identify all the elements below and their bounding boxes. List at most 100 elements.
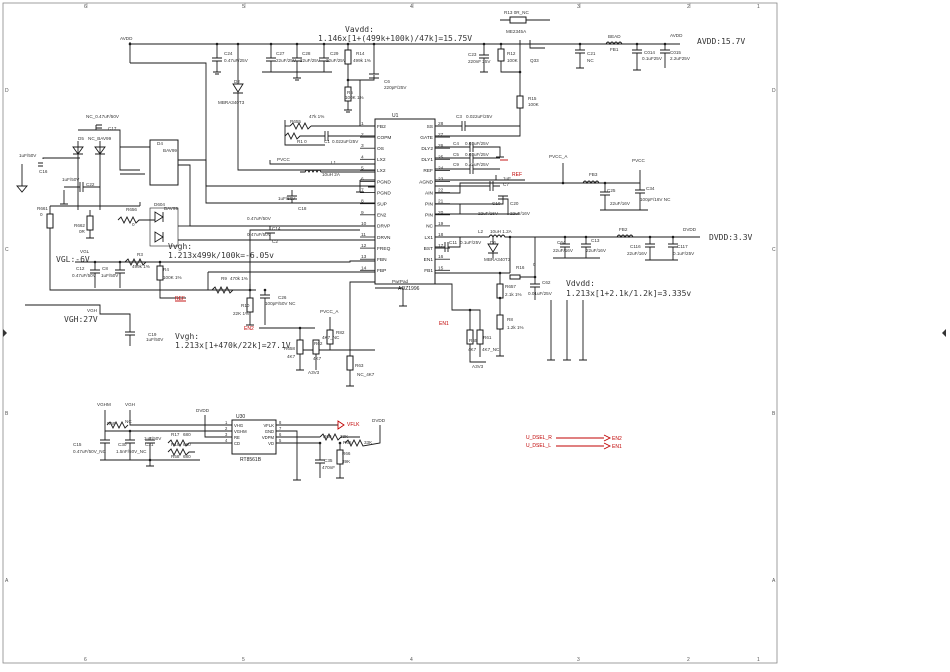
c2-value: 0.47uF/50V — [247, 232, 272, 237]
c014-ref: C014 — [644, 50, 655, 55]
u1-pin-number: 8 — [361, 199, 364, 205]
r63-ref: R63 — [355, 363, 364, 368]
c21-value: NC — [587, 58, 594, 63]
net-avdd-source: AVDD — [120, 36, 133, 41]
r661-value: 0 — [40, 212, 43, 217]
fb2-ref: FB2 — [619, 227, 628, 232]
u1-pin-name: DLY2 — [421, 146, 433, 152]
u30-pin-name: CD — [234, 441, 240, 446]
r662-ref: R662 — [74, 223, 85, 228]
c35-value: 470nF — [322, 465, 335, 470]
r656-value: 0 — [132, 222, 135, 227]
c14-value: 0.47uF/50V — [247, 216, 272, 221]
dvdd-output-label: DVDD:3.3V — [709, 233, 753, 242]
r13-ref: R13 0R_NC — [504, 10, 529, 15]
avdd-output-label: AVDD:15.7V — [697, 37, 745, 46]
c2-ref: C2 — [272, 239, 278, 244]
u1-pin-name: SUP — [377, 202, 387, 208]
r658-ref: R658 — [284, 346, 295, 351]
c28-ref: C28 — [302, 51, 311, 56]
c015-value: 2.2uF25V — [670, 56, 691, 61]
net-dvdd-bottom: DVDD — [196, 408, 210, 413]
c24-ref: C24 — [224, 51, 233, 56]
r657-ref: R657 — [505, 284, 516, 289]
c16-ref: C16 — [39, 169, 48, 174]
u1-pin-number: 16 — [438, 254, 444, 260]
col-label-3-bottom: 3 — [577, 657, 580, 663]
net-vflk: VFLK — [347, 422, 360, 428]
row-label-d: D — [5, 88, 9, 94]
net-dvdd-right: DVDD — [372, 418, 386, 423]
u30-pin-number: 4 — [225, 438, 228, 443]
c5-value: 0.01uF/25V — [465, 152, 490, 157]
c17-value: NC_0.47uF/50V — [86, 114, 120, 119]
c15-value: 0.47uF/50V_NC — [73, 449, 107, 454]
c10-value: 22uF/16V — [478, 211, 499, 216]
dvdd-buck-network: L2 10uH 1.2A C11 0.1uF/25V D6 MBRA340T3 … — [435, 227, 700, 369]
u1-pin-name: BST — [424, 246, 433, 252]
r60-ref: R60 — [323, 434, 332, 439]
r16-value: 0 — [533, 262, 536, 267]
r8-ref: R8 — [507, 317, 513, 322]
net-avdd-output: AVDD — [670, 33, 683, 38]
r12-value: 100K — [507, 58, 519, 63]
r9-ref: R9 — [221, 276, 227, 281]
schematic-sheet: 6 5 4 3 2 1 6 5 4 3 2 1 D C B A D C B A … — [2, 2, 946, 664]
vgl-output-label: VGL:-6V — [56, 255, 90, 264]
u1-pin-number: 15 — [438, 265, 444, 271]
net-dvdd-output: DVDD — [683, 227, 697, 232]
c30-ref: C30 — [118, 442, 127, 447]
c9-value: 0.22uF/25V — [465, 162, 490, 167]
u1-pin-name: AGND — [419, 179, 433, 185]
r19-ref: R19 — [171, 442, 180, 447]
c34-ref: C34 — [646, 186, 655, 191]
u1-pin-number: 24 — [438, 165, 444, 171]
r659-value: 4K7 — [468, 347, 477, 352]
r655-value: 47k 1% — [309, 114, 324, 119]
c1-value: 0.022uF/25V — [332, 139, 359, 144]
d4-ref: D4 — [157, 141, 163, 146]
r3-ref: R3 — [137, 252, 143, 257]
row-label-d-right: D — [772, 88, 776, 94]
r65-ref: R65 — [343, 440, 352, 445]
bead-label: BEAD — [608, 34, 621, 39]
r16-ref: R16 — [516, 265, 525, 270]
u1-pin-number: 19 — [438, 221, 444, 227]
row-label-a: A — [5, 578, 9, 584]
r59-value: NC — [125, 419, 132, 424]
r10-ref: R10 — [241, 303, 250, 308]
c20-value: 22uF/16V — [510, 211, 531, 216]
r661-ref: R661 — [37, 206, 48, 211]
vdvdd-label: Vdvdd: — [566, 279, 595, 288]
r15-ref: R15 — [528, 96, 537, 101]
c31-ref: C31 — [145, 442, 154, 447]
r14-value: 499k 1% — [353, 58, 371, 63]
col-label-6-bottom: 6 — [84, 657, 87, 663]
ic-u1-ref: U1 — [392, 113, 399, 119]
r58-value: 680 — [183, 454, 191, 459]
c7-value: 1uF — [503, 176, 511, 181]
c116-ref: C116 — [630, 244, 641, 249]
net-a3v3-left: A3V3 — [308, 370, 320, 375]
u1-pin-number: 23 — [438, 177, 444, 183]
r62-ref: R62 — [314, 341, 323, 346]
col-label-6: 6 — [84, 4, 87, 10]
border-grid-labels: 6 5 4 3 2 1 6 5 4 3 2 1 D C B A D C B A — [5, 3, 776, 663]
u1-pin-name: DLY1 — [421, 157, 433, 163]
c11-value: 0.1uF/25V — [460, 240, 482, 245]
c18-value: 1uF/50V — [278, 196, 296, 201]
col-label-3: 3 — [577, 4, 580, 10]
c62-ref: C62 — [542, 280, 551, 285]
u1-pin-name: DRVP — [377, 224, 390, 230]
d604-part: BAV99 — [164, 206, 178, 211]
c35-ref: C35 — [324, 458, 333, 463]
u1-pin-name: EN1 — [424, 257, 434, 263]
u1-pin-number: 3 — [361, 143, 364, 149]
vvgl-label: Vvgh: — [168, 242, 192, 251]
net-a3v3-right: A3V3 — [472, 364, 484, 369]
c20-ref: C20 — [510, 201, 519, 206]
r59-ref: R59 — [107, 421, 116, 426]
r658-value: 4K7 — [287, 354, 296, 359]
c14-ref: C14 — [272, 226, 281, 231]
net-en1: EN1 — [439, 321, 449, 327]
